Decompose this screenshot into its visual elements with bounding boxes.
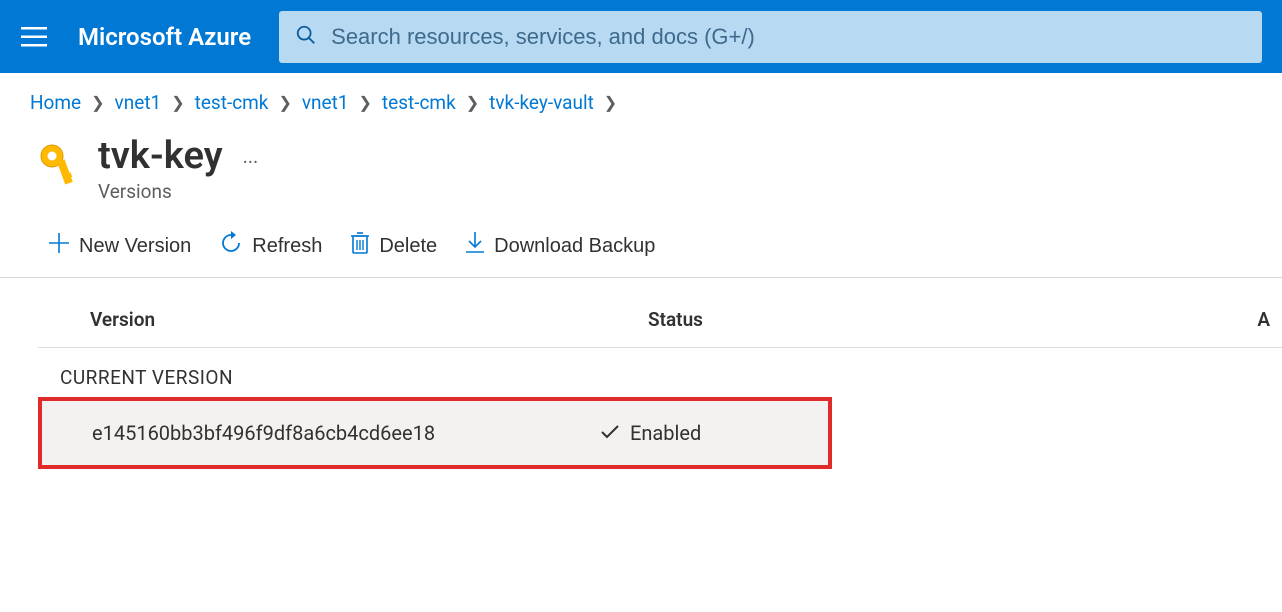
column-header-status[interactable]: Status [648, 308, 1257, 331]
key-icon [38, 142, 78, 182]
column-header-version[interactable]: Version [90, 308, 648, 331]
chevron-right-icon: ❯ [359, 93, 372, 112]
page-title: tvk-key [98, 134, 223, 178]
toolbar-label: Refresh [252, 235, 322, 258]
page-header: tvk-key ··· Versions [0, 124, 1282, 223]
chevron-right-icon: ❯ [278, 93, 291, 112]
refresh-button[interactable]: Refresh [219, 231, 322, 261]
trash-icon [350, 231, 370, 261]
chevron-right-icon: ❯ [604, 93, 617, 112]
chevron-right-icon: ❯ [171, 93, 184, 112]
breadcrumb-link[interactable]: test-cmk [382, 91, 456, 114]
toolbar-label: Delete [379, 235, 437, 258]
more-actions-button[interactable]: ··· [243, 138, 259, 174]
toolbar-label: New Version [79, 235, 191, 258]
table-header-row: Version Status A [38, 278, 1282, 348]
status-value: Enabled [630, 421, 701, 445]
search-input[interactable] [331, 24, 1246, 50]
version-value: e145160bb3bf496f9df8a6cb4cd6ee18 [92, 421, 600, 445]
chevron-right-icon: ❯ [466, 93, 479, 112]
top-bar: Microsoft Azure [0, 0, 1282, 73]
search-icon [295, 24, 317, 50]
breadcrumb-link[interactable]: Home [30, 91, 81, 114]
search-box[interactable] [279, 11, 1262, 63]
section-current-version: CURRENT VERSION [38, 348, 1282, 397]
download-icon [465, 231, 485, 261]
toolbar: New Version Refresh Delete [0, 223, 1282, 278]
status-cell: Enabled [600, 421, 701, 445]
breadcrumb-link[interactable]: vnet1 [302, 91, 349, 114]
chevron-right-icon: ❯ [91, 93, 104, 112]
breadcrumb-link[interactable]: tvk-key-vault [489, 91, 594, 114]
brand-label: Microsoft Azure [78, 23, 251, 51]
hamburger-icon[interactable] [18, 21, 50, 53]
download-backup-button[interactable]: Download Backup [465, 231, 655, 261]
breadcrumb: Home ❯ vnet1 ❯ test-cmk ❯ vnet1 ❯ test-c… [0, 73, 1282, 124]
page-subtitle: Versions [98, 180, 258, 203]
highlighted-annotation: e145160bb3bf496f9df8a6cb4cd6ee18 Enabled [38, 397, 832, 469]
toolbar-label: Download Backup [494, 235, 655, 258]
column-header-a[interactable]: A [1257, 308, 1282, 331]
delete-button[interactable]: Delete [350, 231, 437, 261]
new-version-button[interactable]: New Version [48, 232, 191, 260]
versions-table: Version Status A CURRENT VERSION e145160… [0, 278, 1282, 469]
table-row[interactable]: e145160bb3bf496f9df8a6cb4cd6ee18 Enabled [42, 401, 828, 465]
check-icon [600, 421, 620, 445]
breadcrumb-link[interactable]: test-cmk [195, 91, 269, 114]
refresh-icon [219, 231, 243, 261]
breadcrumb-link[interactable]: vnet1 [115, 91, 162, 114]
plus-icon [48, 232, 70, 260]
